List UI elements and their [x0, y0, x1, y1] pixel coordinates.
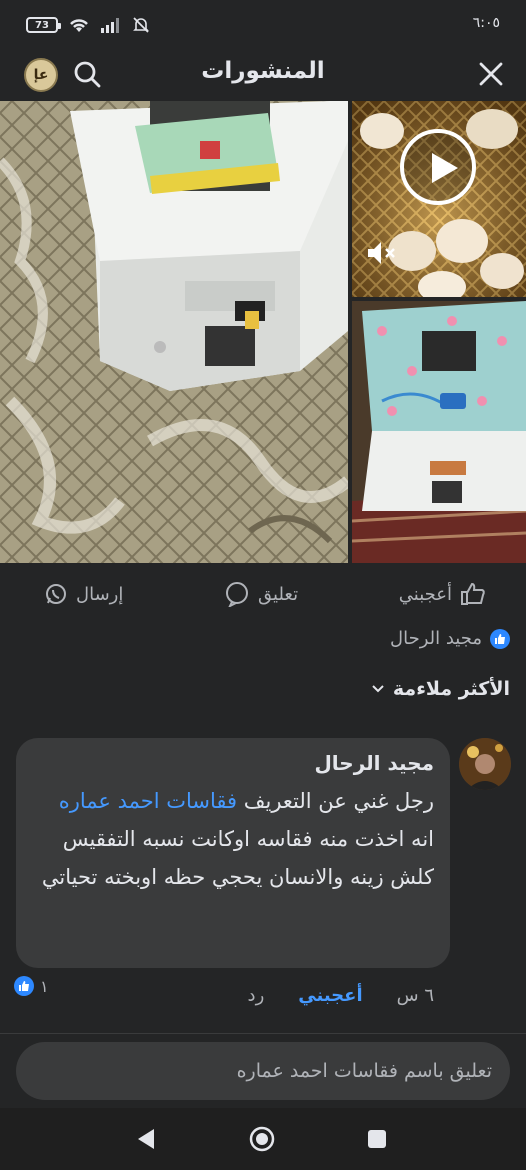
- send-label: إرسال: [76, 583, 124, 605]
- comment-time: ٦ س: [396, 984, 434, 1006]
- battery-level: 73: [35, 19, 49, 31]
- chevron-down-icon: [372, 685, 384, 693]
- comment-label: تعليق: [258, 583, 299, 605]
- signal-icon: [101, 18, 119, 33]
- mute-notification-icon: [133, 17, 149, 33]
- status-icons: 73: [26, 16, 150, 34]
- comment-sort-dropdown[interactable]: الأكثر ملاءمة: [371, 678, 510, 700]
- play-video-icon[interactable]: [400, 129, 476, 205]
- comment-meta: ٦ س أعجبني رد: [16, 980, 450, 1010]
- eggs-video-thumbnail[interactable]: [352, 101, 526, 297]
- status-time: ٦:٠٥: [472, 15, 500, 31]
- incubator-top-view-photo[interactable]: [0, 101, 348, 563]
- comment-icon: [226, 582, 248, 607]
- commenter-avatar[interactable]: [459, 738, 511, 790]
- divider: [0, 1033, 526, 1034]
- back-icon[interactable]: [136, 1127, 156, 1151]
- comment-like-button[interactable]: أعجبني: [298, 985, 362, 1006]
- comment-text-part1: رجل غني عن التعريف: [237, 789, 434, 813]
- send-button[interactable]: إرسال: [44, 582, 123, 606]
- page-title: المنشورات: [201, 58, 325, 84]
- comment-text: رجل غني عن التعريف فقاسات احمد عماره انه…: [32, 782, 434, 896]
- recent-apps-icon[interactable]: [368, 1130, 386, 1148]
- incubator-open-photo[interactable]: [352, 301, 526, 563]
- comment-button[interactable]: تعليق: [224, 581, 298, 607]
- like-button[interactable]: أعجبني: [399, 581, 486, 607]
- page-mention-link[interactable]: فقاسات احمد عماره: [59, 789, 237, 813]
- home-icon[interactable]: [248, 1125, 276, 1153]
- comment-author[interactable]: مجيد الرحال: [32, 748, 434, 778]
- like-label: أعجبني: [398, 583, 452, 605]
- post-likers[interactable]: مجيد الرحال: [390, 628, 510, 649]
- reaction-count: ١: [40, 976, 49, 996]
- post-media: [0, 101, 526, 563]
- close-icon[interactable]: [476, 59, 506, 89]
- comment-bubble: مجيد الرحال رجل غني عن التعريف فقاسات اح…: [16, 738, 450, 968]
- battery-icon: 73: [26, 17, 61, 33]
- comment-text-part2: انه اخذت منه فقاسه اوكانت نسبه التفقيس ك…: [41, 827, 434, 889]
- whatsapp-icon: [46, 584, 66, 604]
- comment-input-placeholder: تعليق باسم فقاسات احمد عماره: [236, 1060, 492, 1082]
- status-bar: 73 ٦:٠٥: [0, 0, 526, 48]
- system-nav-bar: [0, 1108, 526, 1170]
- muted-volume-icon[interactable]: [366, 239, 400, 267]
- comment-reply-button[interactable]: رد: [248, 985, 265, 1006]
- comment-reactions[interactable]: ١: [14, 976, 49, 996]
- like-reaction-icon: [14, 976, 34, 996]
- liker-name: مجيد الرحال: [390, 628, 482, 649]
- like-reaction-icon: [490, 628, 510, 649]
- thumbs-up-icon: [461, 582, 485, 605]
- wifi-icon: [70, 19, 88, 32]
- top-bar: عإ المنشورات: [0, 48, 526, 100]
- sort-label: الأكثر ملاءمة: [392, 678, 510, 700]
- post-actions: إرسال تعليق أعجبني: [0, 570, 526, 618]
- comment-input[interactable]: تعليق باسم فقاسات احمد عماره: [16, 1042, 510, 1100]
